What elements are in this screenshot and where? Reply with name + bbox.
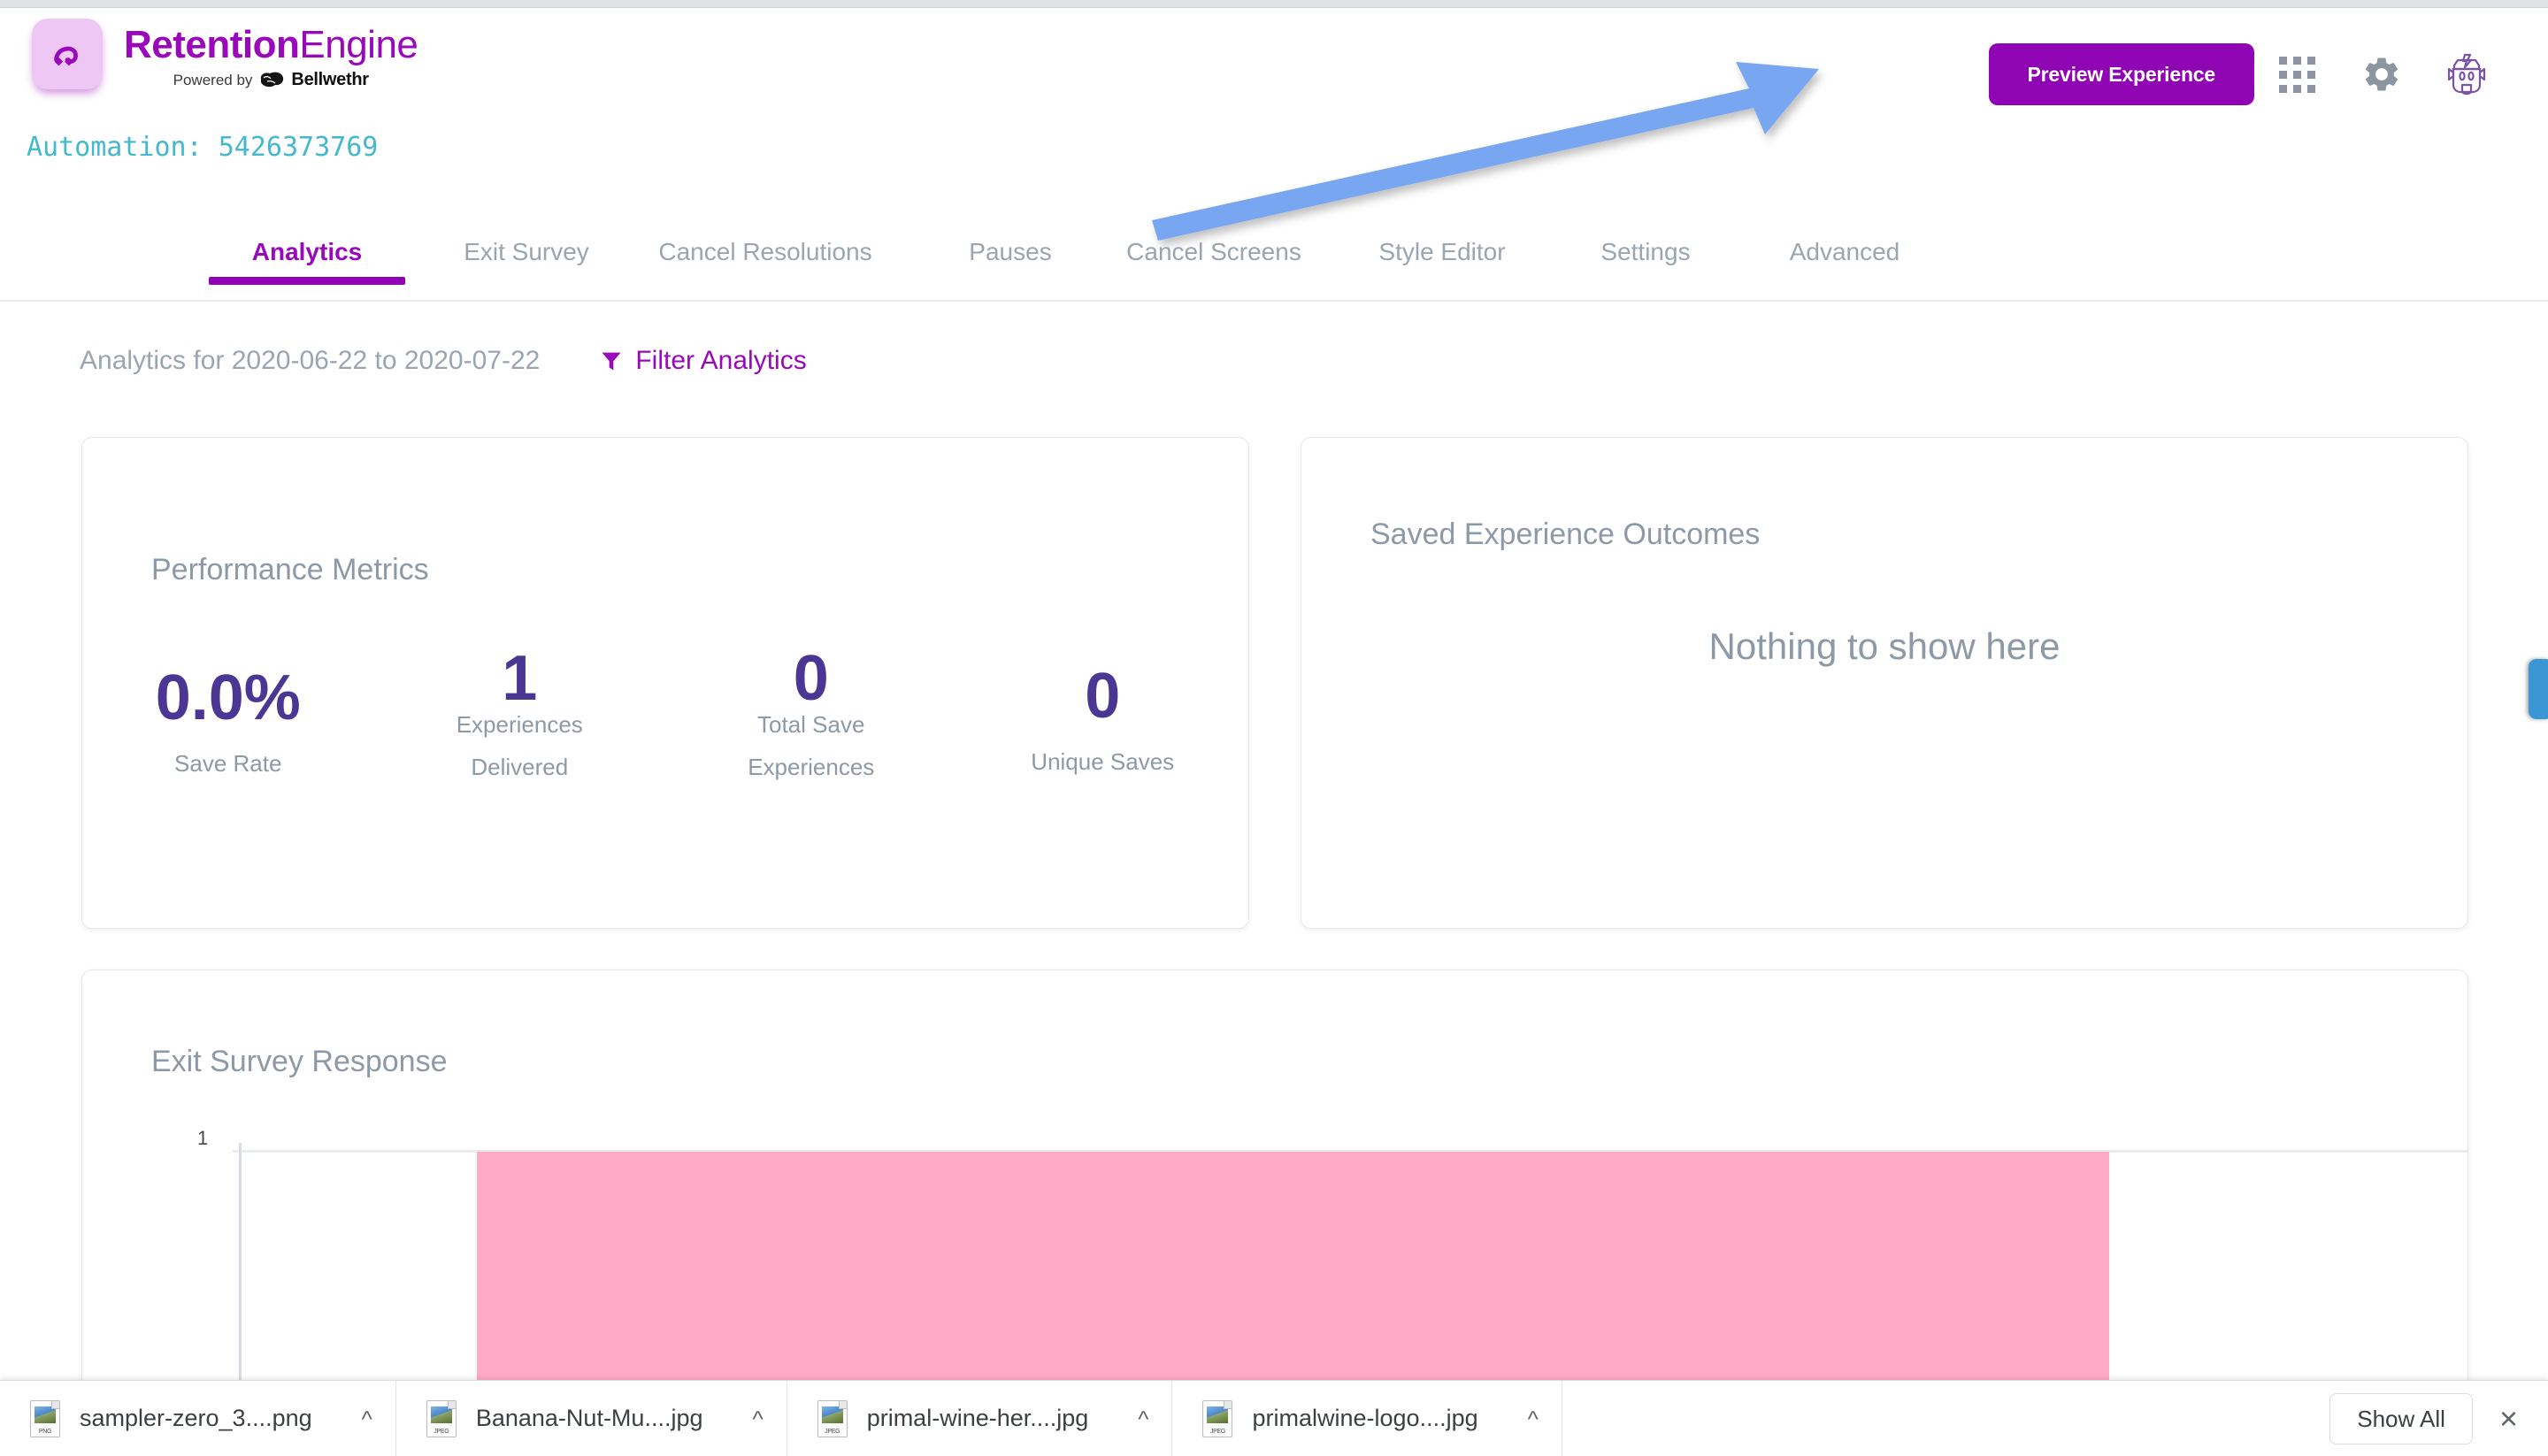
tab-analytics[interactable]: Analytics xyxy=(209,226,405,285)
exit-survey-response-card: Exit Survey Response 1 xyxy=(81,969,2468,1421)
performance-metrics-title: Performance Metrics xyxy=(151,553,429,586)
file-ext-label: PNG xyxy=(38,1428,52,1435)
stat-label-line1: Unique Saves xyxy=(1031,748,1175,775)
header-actions: Preview Experience xyxy=(1988,43,2509,105)
file-ext-label: JPEG xyxy=(1209,1428,1226,1435)
download-filename: primal-wine-her....jpg xyxy=(866,1405,1089,1431)
chevron-up-icon[interactable]: ^ xyxy=(752,1407,763,1430)
download-filename: primalwine-logo....jpg xyxy=(1252,1405,1478,1431)
tab-settings[interactable]: Settings xyxy=(1575,226,1716,266)
stat-label: Experiences Delivered xyxy=(457,703,583,788)
tab-cancel-screens[interactable]: Cancel Screens xyxy=(1108,226,1320,266)
browser-top-strip xyxy=(0,0,2548,8)
preview-experience-button[interactable]: Preview Experience xyxy=(1988,43,2254,105)
stat-label-line1: Save Rate xyxy=(174,750,282,777)
file-ext-label: JPEG xyxy=(825,1428,840,1435)
downloads-bar: PNG sampler-zero_3....png ^ JPEG Banana-… xyxy=(0,1380,2548,1456)
app-root: RetentionEngine Powered by Bellwethr Aut… xyxy=(0,0,2548,1456)
feedback-tab[interactable] xyxy=(2529,659,2548,719)
brand-logo[interactable]: RetentionEngine Powered by Bellwethr xyxy=(32,19,418,90)
brand-name: RetentionEngine xyxy=(124,22,418,68)
analytics-date-range: Analytics for 2020-06-22 to 2020-07-22 xyxy=(80,346,541,375)
chevron-up-icon[interactable]: ^ xyxy=(1138,1407,1148,1430)
page-header: RetentionEngine Powered by Bellwethr Aut… xyxy=(0,8,2548,238)
download-filename: Banana-Nut-Mu....jpg xyxy=(475,1405,703,1431)
tab-style-editor[interactable]: Style Editor xyxy=(1354,226,1531,266)
stat-label: Save Rate xyxy=(174,742,281,785)
stat-value: 0 xyxy=(1085,661,1121,732)
close-icon[interactable]: × xyxy=(2499,1402,2518,1435)
png-file-icon: PNG xyxy=(30,1399,60,1437)
show-all-downloads-button[interactable]: Show All xyxy=(2329,1392,2473,1445)
exit-survey-response-title: Exit Survey Response xyxy=(151,1045,448,1078)
filter-analytics-link[interactable]: Filter Analytics xyxy=(599,346,807,376)
jpeg-file-icon: JPEG xyxy=(1202,1399,1233,1437)
ram-logo-icon xyxy=(261,72,284,87)
y-axis-line xyxy=(239,1143,242,1420)
stat-label: Total Save Experiences xyxy=(748,703,874,788)
stat-save-rate: 0.0% Save Rate xyxy=(82,661,374,788)
stat-label-line2: Delivered xyxy=(471,754,569,780)
stat-label-line2: Experiences xyxy=(748,754,875,780)
stat-label: Unique Saves xyxy=(1031,740,1174,783)
download-filename: sampler-zero_3....png xyxy=(80,1405,312,1431)
exit-survey-plot: 1 xyxy=(82,1127,2467,1420)
chevron-up-icon[interactable]: ^ xyxy=(1528,1407,1539,1430)
stat-label-line1: Total Save xyxy=(757,711,865,738)
powered-by-line: Powered by Bellwethr xyxy=(124,70,418,90)
brand-name-light: Engine xyxy=(299,23,418,66)
performance-metrics-card: Performance Metrics 0.0% Save Rate 1 Exp… xyxy=(81,437,1249,929)
download-item[interactable]: JPEG primalwine-logo....jpg ^ xyxy=(1172,1380,1562,1456)
download-item[interactable]: JPEG Banana-Nut-Mu....jpg ^ xyxy=(396,1380,787,1456)
performance-stats: 0.0% Save Rate 1 Experiences Delivered 0 … xyxy=(82,643,1249,788)
stat-label-line1: Experiences xyxy=(456,711,583,738)
magnet-icon xyxy=(32,19,103,89)
powered-by-brand: Bellwethr xyxy=(291,70,369,89)
robot-avatar-icon[interactable] xyxy=(2424,43,2509,105)
download-item[interactable]: PNG sampler-zero_3....png ^ xyxy=(0,1380,396,1456)
analytics-filter-row: Analytics for 2020-06-22 to 2020-07-22 F… xyxy=(0,326,2548,396)
gear-icon[interactable] xyxy=(2339,43,2424,105)
y-axis-tick-label: 1 xyxy=(197,1127,209,1149)
saved-outcomes-title: Saved Experience Outcomes xyxy=(1370,517,1761,551)
stat-experiences-delivered: 1 Experiences Delivered xyxy=(374,643,666,788)
tab-cancel-resolutions[interactable]: Cancel Resolutions xyxy=(637,226,894,266)
grid-apps-icon[interactable] xyxy=(2254,43,2339,105)
filter-analytics-label: Filter Analytics xyxy=(635,346,807,375)
jpeg-file-icon: JPEG xyxy=(426,1399,457,1437)
main-tabs: Analytics Exit Survey Cancel Resolutions… xyxy=(0,226,2548,302)
chevron-up-icon[interactable]: ^ xyxy=(362,1407,372,1430)
powered-by-label: Powered by xyxy=(173,71,253,88)
jpeg-file-icon: JPEG xyxy=(817,1399,848,1437)
tab-pauses[interactable]: Pauses xyxy=(948,226,1072,266)
automation-id: Automation: 5426373769 xyxy=(27,132,379,163)
stat-value: 0.0% xyxy=(155,663,301,733)
saved-outcomes-empty-message: Nothing to show here xyxy=(1708,625,2061,667)
funnel-icon xyxy=(602,352,621,371)
tab-exit-survey[interactable]: Exit Survey xyxy=(451,226,602,266)
file-ext-label: JPEG xyxy=(434,1428,449,1435)
tab-advanced[interactable]: Advanced xyxy=(1765,226,1924,266)
stat-unique-saves: 0 Unique Saves xyxy=(957,661,1249,788)
download-item[interactable]: JPEG primal-wine-her....jpg ^ xyxy=(787,1380,1173,1456)
stat-total-save-experiences: 0 Total Save Experiences xyxy=(665,643,957,788)
brand-name-bold: Retention xyxy=(124,23,300,66)
saved-experience-outcomes-card: Saved Experience Outcomes Nothing to sho… xyxy=(1301,437,2468,929)
